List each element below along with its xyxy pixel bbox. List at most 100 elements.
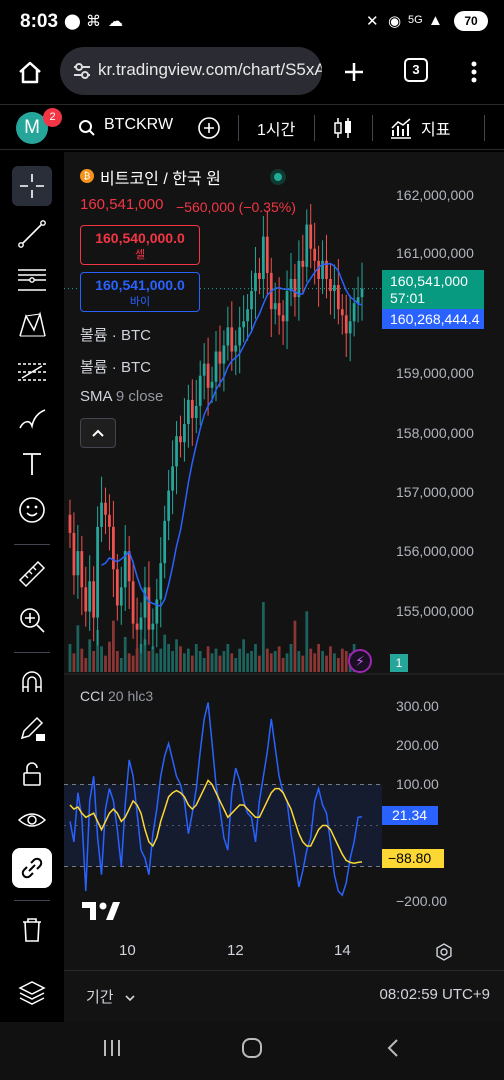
price-axis-label: 161,000,000 — [396, 245, 474, 261]
ruler-icon — [18, 560, 46, 588]
remove-drawings-tool[interactable] — [12, 910, 52, 950]
more-menu-icon[interactable] — [454, 52, 494, 92]
volume-bar — [108, 641, 111, 672]
indicators-button[interactable]: 지표 — [421, 116, 450, 140]
indicators-icon[interactable] — [389, 116, 413, 140]
candle-body — [309, 224, 313, 249]
candlestick-chart-type-icon[interactable] — [332, 116, 354, 140]
candle-body — [175, 436, 178, 467]
search-icon[interactable] — [78, 119, 96, 137]
sma-indicator-legend[interactable]: SMA 9 close — [80, 388, 163, 405]
volume-bar — [242, 639, 246, 672]
brush-tool[interactable] — [12, 398, 52, 438]
cci-name: CCI — [80, 688, 105, 704]
signal-icon: ▲ — [428, 12, 443, 29]
hide-tool[interactable] — [12, 800, 52, 840]
tab-switcher-button[interactable]: 3 — [404, 58, 428, 82]
home-icon[interactable] — [10, 52, 50, 92]
volume-bar — [281, 658, 285, 672]
fib-tool[interactable] — [12, 260, 52, 300]
volume-bar — [72, 653, 76, 672]
chart-settings-icon[interactable] — [434, 942, 454, 962]
candle-body — [352, 303, 356, 322]
candle-body — [186, 399, 190, 425]
crosshair-icon — [20, 174, 44, 198]
zoom-tool[interactable] — [12, 600, 52, 640]
compare-symbol-icon[interactable] — [197, 116, 221, 140]
trash-icon — [23, 918, 41, 942]
timezone-clock[interactable]: 08:02:59 UTC+9 — [380, 986, 491, 1003]
magnet-tool[interactable] — [12, 662, 52, 702]
new-tab-button[interactable] — [334, 52, 374, 92]
lock-drawing-tool[interactable] — [12, 708, 52, 748]
candle-body — [261, 236, 265, 279]
cci-legend[interactable]: CCI 20 hlc3 — [80, 688, 153, 704]
cci-axis-label: 100.00 — [396, 776, 439, 792]
chart-pane[interactable]: ₿ 비트코인 / 한국 원 160,541,000 −560,000 (−0.3… — [64, 152, 504, 1022]
candle-body — [305, 224, 309, 267]
recent-apps-icon[interactable] — [100, 1036, 124, 1060]
candle-body — [108, 514, 111, 527]
date-range-button[interactable]: 기간 — [86, 986, 136, 1007]
candle-body — [301, 260, 305, 267]
interval-selector[interactable]: 1시간 — [257, 116, 295, 140]
volume-bar — [163, 634, 167, 672]
status-bar: 8:03 ⬤ ⌘ ☁ ✕ ◉ 5G ▲ 70 — [0, 0, 504, 44]
home-nav-icon[interactable] — [240, 1036, 264, 1060]
candle-body — [273, 303, 277, 310]
time-axis-label: 10 — [119, 942, 136, 959]
volume-bar — [313, 653, 317, 672]
volume-bar — [92, 651, 96, 672]
icon-tool[interactable] — [12, 490, 52, 530]
volume-bar — [119, 658, 123, 672]
sell-button[interactable]: 160,540,000.0 셀 — [80, 225, 200, 265]
app-notification-icon: ⌘ — [86, 13, 101, 30]
candle-body — [202, 363, 206, 376]
toolbar-divider — [314, 115, 315, 141]
candle-body — [198, 375, 202, 406]
object-tree-tool[interactable] — [12, 972, 52, 1012]
volume-indicator-legend[interactable]: 볼륨 · BTC — [80, 324, 151, 345]
candle-body — [100, 502, 103, 527]
location-icon-right: ◉ — [388, 13, 402, 30]
buy-button[interactable]: 160,541,000.0 바이 — [80, 272, 200, 312]
indicator-symbol: · BTC — [111, 327, 151, 344]
price-change: −560,000 (−0.35%) — [176, 199, 296, 215]
pattern-tool[interactable] — [12, 306, 52, 346]
candle-body — [163, 520, 167, 564]
site-settings-icon[interactable] — [70, 59, 94, 83]
text-tool[interactable] — [12, 444, 52, 484]
indicator-name: 볼륨 — [80, 359, 108, 376]
symbol-search[interactable]: BTCKRW — [104, 116, 173, 134]
volume-indicator-legend-2[interactable]: 볼륨 · BTC — [80, 356, 151, 377]
price-axis-label: 158,000,000 — [396, 425, 474, 441]
pencil-lock-icon — [20, 716, 45, 741]
time-axis-label: 12 — [227, 942, 244, 959]
symbol-title[interactable]: 비트코인 / 한국 원 — [100, 165, 221, 189]
volume-bar — [171, 651, 174, 672]
trend-line-tool[interactable] — [12, 214, 52, 254]
candle-body — [226, 327, 230, 346]
candle-body — [242, 321, 246, 328]
candle-body — [313, 248, 317, 261]
crosshair-tool[interactable] — [12, 166, 52, 206]
lock-all-tool[interactable] — [12, 754, 52, 794]
chevron-down-icon — [125, 995, 135, 1002]
forecast-icon — [18, 363, 46, 381]
back-icon[interactable] — [382, 1036, 406, 1060]
volume-bar — [175, 639, 178, 672]
volume-bar — [234, 658, 238, 672]
address-bar[interactable]: kr.tradingview.com/chart/S5xA — [60, 47, 322, 95]
volume-bar — [309, 648, 313, 672]
candle-body — [329, 278, 332, 292]
candle-body — [206, 363, 210, 388]
measure-tool[interactable] — [12, 554, 52, 594]
candle-body — [281, 315, 285, 322]
lightning-icon[interactable]: ⚡ — [348, 649, 372, 673]
indicator-params: 9 close — [115, 388, 164, 405]
forecast-tool[interactable] — [12, 352, 52, 392]
sync-drawings-tool[interactable] — [12, 848, 52, 888]
candle-body — [115, 569, 119, 606]
collapse-legend-button[interactable] — [80, 418, 116, 448]
text-icon — [23, 453, 41, 475]
